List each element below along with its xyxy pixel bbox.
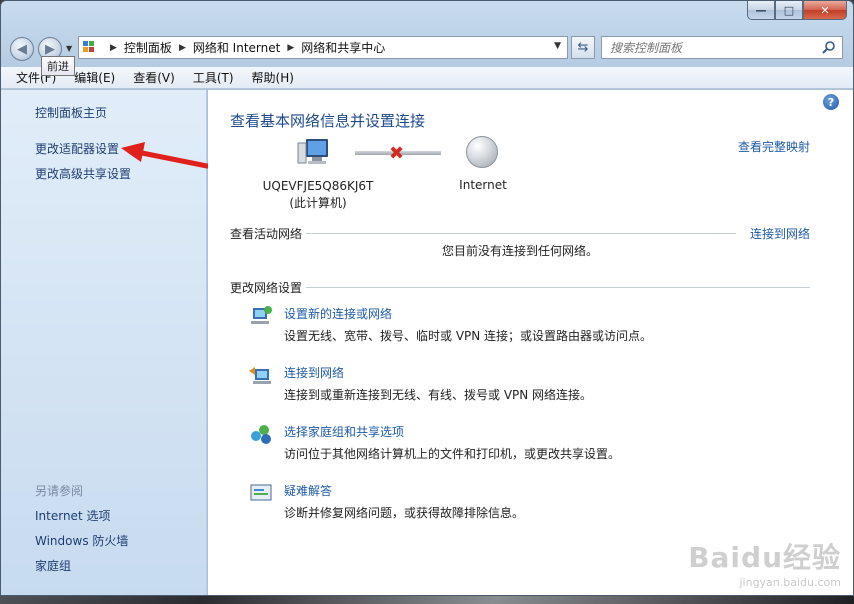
close-button[interactable]: ✕ [803, 1, 847, 20]
internet-globe-icon [466, 136, 498, 168]
task-link-connect-network[interactable]: 连接到网络 [284, 364, 344, 381]
connect-to-network-link[interactable]: 连接到网络 [750, 225, 810, 242]
caption-buttons: — □ ✕ [747, 1, 847, 20]
refresh-button[interactable]: ⇆ [571, 36, 595, 59]
address-bar[interactable]: ▶ 控制面板 ▶ 网络和 Internet ▶ 网络和共享中心 ▼ [78, 36, 568, 59]
menu-view[interactable]: 查看(V) [124, 69, 184, 86]
task-link-troubleshoot[interactable]: 疑难解答 [284, 482, 332, 499]
refresh-icon: ⇆ [577, 40, 589, 55]
baidu-watermark: Baidu经验 jingyan.baidu.com [688, 536, 841, 589]
new-connection-icon [251, 306, 272, 324]
address-dropdown-icon[interactable]: ▼ [554, 41, 561, 51]
red-arrow-annotation [121, 142, 210, 169]
breadcrumb-separator[interactable]: ▶ [110, 43, 117, 53]
main-content: ? 查看基本网络信息并设置连接 查看完整映射 ✖ UQEVFJE5Q86KJ6T… [208, 90, 853, 595]
troubleshoot-icon [250, 484, 272, 501]
view-full-map-link[interactable]: 查看完整映射 [738, 138, 810, 155]
section-divider [306, 233, 736, 234]
no-connection-message: 您目前没有连接到任何网络。 [442, 244, 599, 258]
active-networks-heading: 查看活动网络 [230, 227, 303, 241]
task-desc-homegroup: 访问位于其他网络计算机上的文件和打印机，或更改共享设置。 [284, 447, 621, 461]
computer-name-sub: (此计算机) [289, 196, 347, 210]
disconnected-x-icon[interactable]: ✖ [389, 143, 404, 164]
breadcrumb-separator[interactable]: ▶ [179, 43, 186, 53]
control-panel-icon [83, 40, 99, 55]
sidebar-link-change-adapter-settings[interactable]: 更改适配器设置 [35, 140, 119, 157]
menu-bar: 文件(F) 编辑(E) 查看(V) 工具(T) 帮助(H) [1, 67, 853, 89]
minimize-button[interactable]: — [747, 1, 775, 20]
breadcrumb-control-panel[interactable]: 控制面板 [124, 39, 172, 56]
forward-arrow-icon: ▶ [45, 41, 55, 57]
task-desc-connect-network: 连接到或重新连接到无线、有线、拨号或 VPN 网络连接。 [284, 388, 593, 402]
task-link-homegroup[interactable]: 选择家庭组和共享选项 [284, 423, 404, 440]
connect-network-icon [249, 367, 271, 384]
watermark-url: jingyan.baidu.com [739, 576, 841, 589]
breadcrumb-separator[interactable]: ▶ [287, 43, 294, 53]
search-box[interactable] [601, 36, 843, 59]
page-title: 查看基本网络信息并设置连接 [230, 112, 426, 130]
menu-help[interactable]: 帮助(H) [243, 69, 303, 86]
change-settings-heading: 更改网络设置 [230, 281, 303, 295]
computer-name-label: UQEVFJE5Q86KJ6T [262, 179, 374, 193]
forward-tooltip: 前进 [41, 56, 75, 76]
menu-tools[interactable]: 工具(T) [184, 69, 243, 86]
sidebar-link-windows-firewall[interactable]: Windows 防火墙 [35, 532, 128, 549]
section-divider [306, 287, 810, 288]
help-icon[interactable]: ? [823, 94, 839, 110]
computer-icon [297, 139, 328, 164]
computer-name: UQEVFJE5Q86KJ6T (此计算机) [258, 178, 378, 212]
breadcrumb-network-internet[interactable]: 网络和 Internet [193, 39, 280, 56]
search-input[interactable] [610, 40, 820, 55]
back-arrow-icon: ◀ [17, 41, 27, 57]
back-button[interactable]: ◀ [10, 37, 34, 61]
search-icon[interactable] [822, 40, 836, 54]
sidebar-link-homegroup[interactable]: 家庭组 [35, 557, 71, 574]
task-desc-troubleshoot: 诊断并修复网络问题，或获得故障排除信息。 [284, 506, 525, 520]
task-link-setup-connection[interactable]: 设置新的连接或网络 [284, 305, 392, 322]
watermark-brand: Baidu经验 [688, 541, 841, 574]
recent-pages-dropdown[interactable]: ▼ [66, 44, 72, 53]
homegroup-icon [251, 425, 271, 444]
sidebar-link-internet-options[interactable]: Internet 选项 [35, 507, 110, 524]
maximize-button[interactable]: □ [775, 1, 803, 20]
sidebar-link-advanced-sharing[interactable]: 更改高级共享设置 [35, 165, 131, 182]
network-sharing-center-window: — □ ✕ ◀ ▶ ▼ 前进 ▶ 控制面板 ▶ 网络和 Internet ▶ 网… [0, 0, 854, 596]
sidebar-link-control-panel-home[interactable]: 控制面板主页 [35, 104, 107, 121]
breadcrumb-network-sharing-center[interactable]: 网络和共享中心 [301, 39, 385, 56]
see-also-heading: 另请参阅 [35, 484, 84, 498]
task-desc-setup-connection: 设置无线、宽带、拨号、临时或 VPN 连接；或设置路由器或访问点。 [284, 329, 653, 343]
internet-label: Internet [459, 178, 507, 192]
